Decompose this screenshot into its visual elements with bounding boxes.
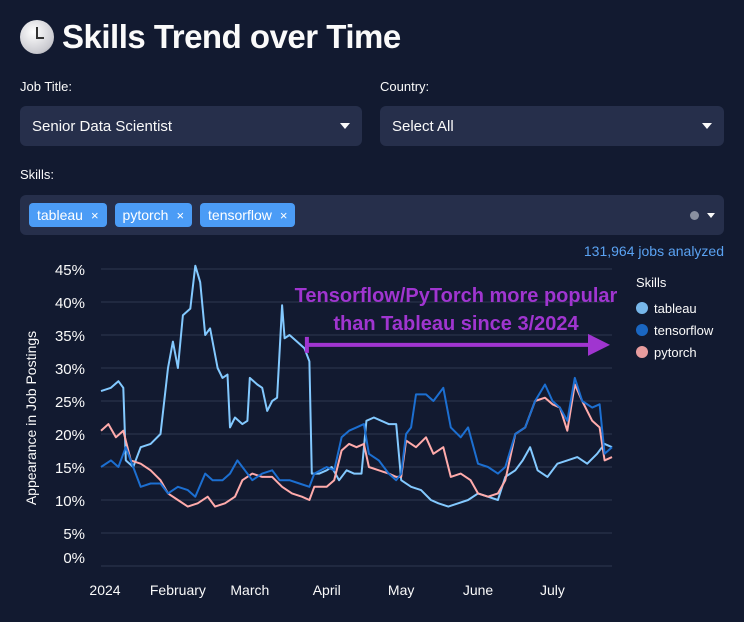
legend-marker-tableau <box>636 302 648 314</box>
y-axis-label: Appearance in Job Postings <box>23 331 39 505</box>
x-tick-label: March <box>230 582 269 598</box>
x-tick-label: May <box>388 582 414 598</box>
legend-label-tableau: tableau <box>654 301 697 316</box>
y-tick-label: 5% <box>63 526 85 543</box>
y-tick-label: 35% <box>55 328 85 345</box>
y-tick-label: 40% <box>55 295 85 312</box>
y-tick-label: 0% <box>63 550 85 567</box>
x-tick-label: April <box>313 582 341 598</box>
x-tick-label: July <box>540 582 565 598</box>
legend-marker-pytorch <box>636 346 648 358</box>
y-tick-label: 15% <box>55 460 85 477</box>
y-tick-label: 45% <box>55 262 85 279</box>
series-line-tensorflow <box>100 376 613 498</box>
x-tick-label: 2024 <box>89 582 120 598</box>
y-tick-label: 25% <box>55 394 85 411</box>
annotation-line-2: than Tableau since 3/2024 <box>333 313 579 335</box>
legend-title: Skills <box>636 275 667 290</box>
x-tick-label: June <box>463 582 494 598</box>
y-tick-label: 30% <box>55 361 85 378</box>
skills-trend-chart: 0% 5% 10% 15% 20% 25% 30% 35% 40% 45% 2024 Februar… <box>23 262 714 598</box>
y-tick-label: 20% <box>55 427 85 444</box>
legend-label-pytorch: pytorch <box>654 345 697 360</box>
annotation-arrow-head <box>588 333 610 356</box>
y-tick-label: 10% <box>55 493 85 510</box>
legend-marker-tensorflow <box>636 324 648 336</box>
legend-label-tensorflow: tensorflow <box>654 323 714 338</box>
x-tick-label: February <box>150 582 206 598</box>
annotation-line-1: Tensorflow/PyTorch more popular <box>295 285 618 307</box>
